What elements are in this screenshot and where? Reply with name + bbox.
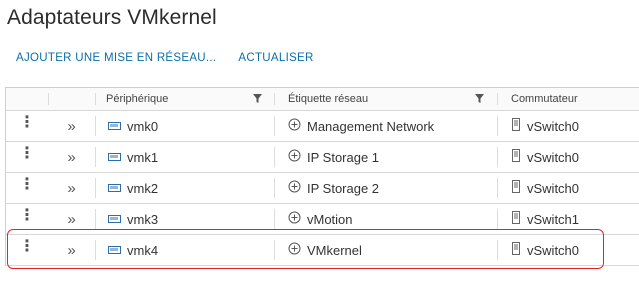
switch-name: vSwitch0 xyxy=(527,180,580,196)
kebab-menu-icon[interactable]: ⋮ xyxy=(19,146,35,162)
column-header-switch[interactable]: Commutateur xyxy=(497,88,639,110)
network-label: IP Storage 2 xyxy=(307,180,380,196)
switch-name: vSwitch1 xyxy=(527,211,580,227)
expand-chevron-icon[interactable]: » xyxy=(67,118,75,135)
filter-icon[interactable] xyxy=(253,94,262,103)
kebab-menu-icon[interactable]: ⋮ xyxy=(19,115,35,131)
switch-name: vSwitch0 xyxy=(527,149,580,165)
device-name[interactable]: vmk0 xyxy=(127,119,158,134)
table-row[interactable]: ⋮ » vmk2 IP Storage 2 vSwitch0 xyxy=(6,173,639,204)
vswitch-icon xyxy=(511,118,521,134)
kebab-menu-icon[interactable]: ⋮ xyxy=(19,177,35,193)
portgroup-icon xyxy=(288,180,301,196)
nic-icon xyxy=(108,119,121,134)
portgroup-icon xyxy=(288,149,301,165)
expand-chevron-icon[interactable]: » xyxy=(67,211,75,228)
kebab-menu-icon[interactable]: ⋮ xyxy=(19,208,35,224)
toolbar: AJOUTER UNE MISE EN RÉSEAU... ACTUALISER xyxy=(16,52,314,64)
table-header: Périphérique Étiquette réseau Commutateu… xyxy=(6,88,639,111)
device-name[interactable]: vmk2 xyxy=(127,181,158,196)
device-name[interactable]: vmk1 xyxy=(127,150,158,165)
row-highlight-annotation xyxy=(7,229,604,269)
refresh-button[interactable]: ACTUALISER xyxy=(238,52,313,64)
nic-icon xyxy=(108,181,121,196)
add-networking-button[interactable]: AJOUTER UNE MISE EN RÉSEAU... xyxy=(16,52,216,64)
network-label: IP Storage 1 xyxy=(307,149,380,165)
filter-icon[interactable] xyxy=(475,94,484,103)
nic-icon xyxy=(108,150,121,165)
device-name[interactable]: vmk3 xyxy=(127,212,158,227)
network-label: Management Network xyxy=(307,118,435,134)
nic-icon xyxy=(108,212,121,227)
expand-chevron-icon[interactable]: » xyxy=(67,180,75,197)
vswitch-icon xyxy=(511,149,521,165)
vswitch-icon xyxy=(511,211,521,227)
column-header-label[interactable]: Étiquette réseau xyxy=(274,88,496,110)
table-row[interactable]: ⋮ » vmk1 IP Storage 1 vSwitch0 xyxy=(6,142,639,173)
network-label: vMotion xyxy=(307,211,353,227)
expand-chevron-icon[interactable]: » xyxy=(67,149,75,166)
page-title: Adaptateurs VMkernel xyxy=(7,6,217,29)
column-header-device[interactable]: Périphérique xyxy=(96,88,274,110)
table-row[interactable]: ⋮ » vmk0 Management Network vSwitch0 xyxy=(6,111,639,142)
portgroup-icon xyxy=(288,211,301,227)
portgroup-icon xyxy=(288,118,301,134)
switch-name: vSwitch0 xyxy=(527,118,580,134)
vswitch-icon xyxy=(511,180,521,196)
